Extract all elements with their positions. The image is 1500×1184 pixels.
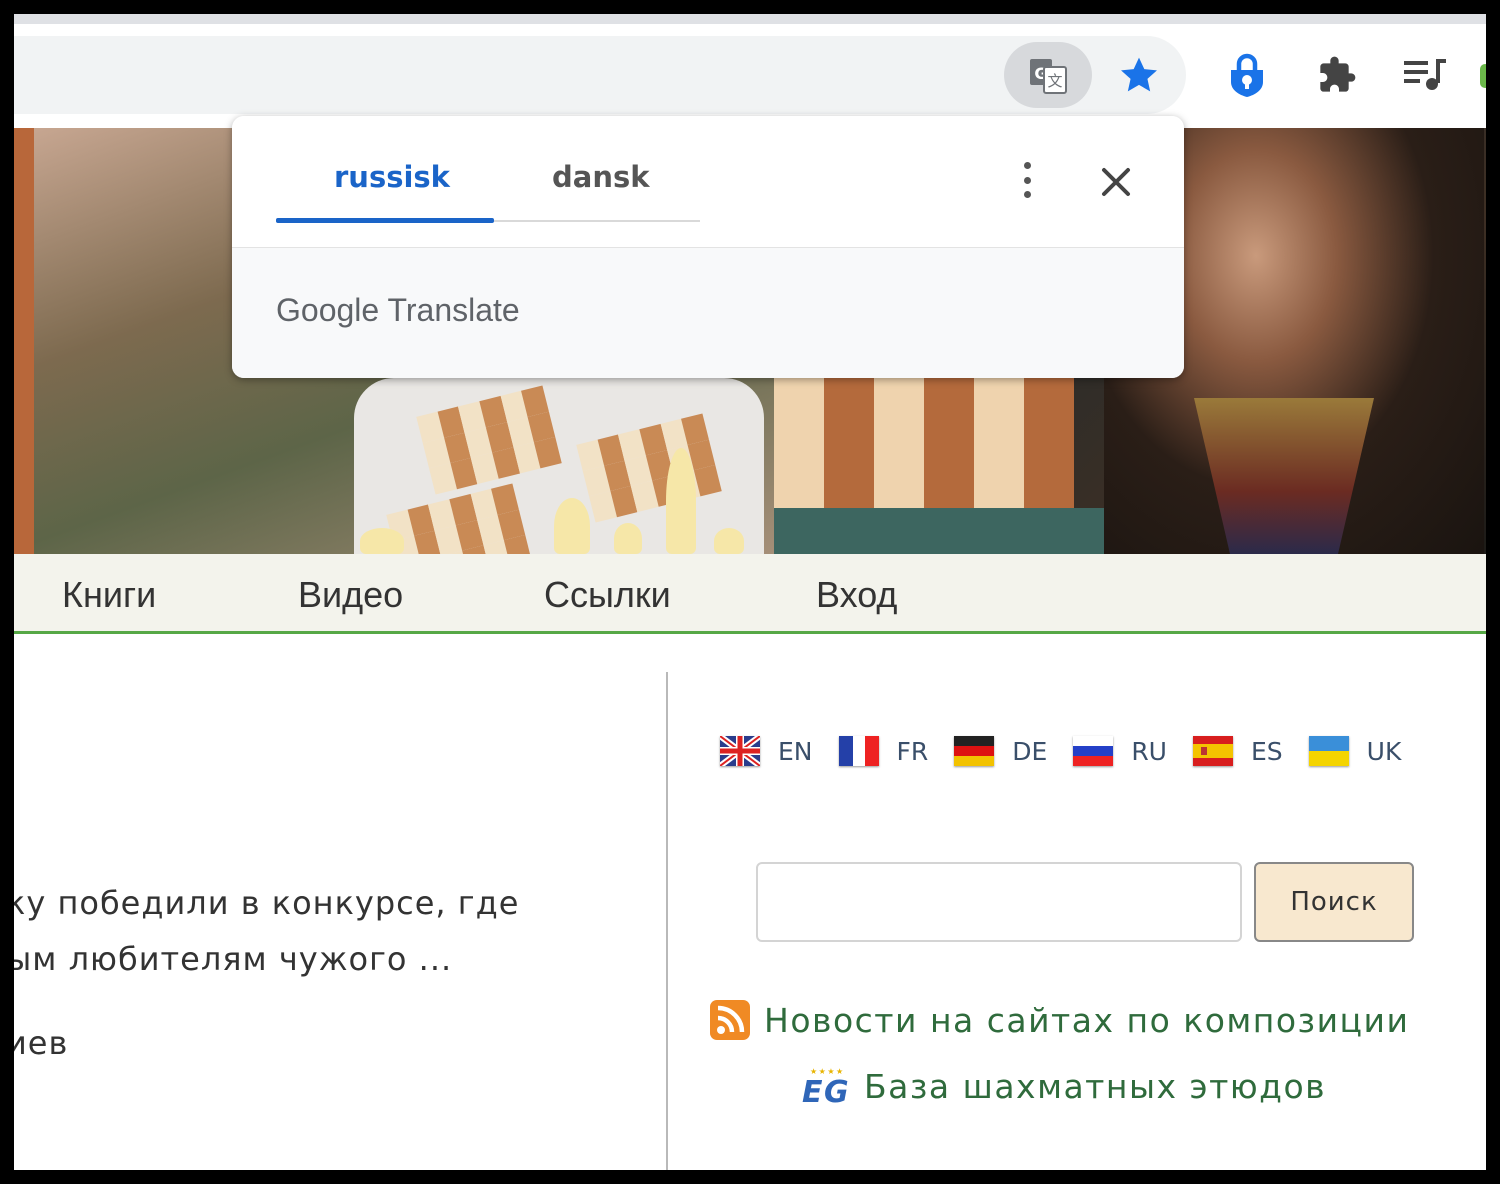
browser-toolbar: G 文 (14, 14, 1486, 128)
bookmark-button[interactable] (1106, 42, 1172, 108)
translate-icon: G 文 (1030, 59, 1067, 94)
germany-flag-icon (954, 736, 995, 766)
article-excerpt-line[interactable]: ым любителям чужого ... (14, 940, 452, 978)
active-tab-indicator (276, 218, 494, 223)
browser-window: G 文 Книги Видео Ссылки Вход ку победили … (14, 14, 1486, 1170)
language-option-en[interactable]: EN (720, 736, 813, 766)
language-code: ES (1250, 736, 1283, 766)
language-option-es[interactable]: ES (1192, 736, 1283, 766)
extension-icon-partial[interactable] (1480, 64, 1486, 88)
translate-popup-header: russisk dansk (232, 116, 1184, 248)
bookmark-star-icon (1121, 57, 1157, 92)
translate-popup: russisk dansk Google Translate (232, 116, 1184, 378)
rss-icon (710, 1000, 750, 1040)
eg-logo-icon: ★★★★ EG (802, 1067, 850, 1106)
google-wordmark: Google (276, 292, 380, 328)
close-popup-button[interactable] (1094, 160, 1138, 204)
translate-button[interactable]: G 文 (1004, 42, 1092, 108)
language-option-fr[interactable]: FR (838, 736, 929, 766)
language-code: EN (778, 736, 813, 766)
article-author-fragment[interactable]: иев (14, 1024, 68, 1062)
nav-item-video[interactable]: Видео (298, 574, 403, 616)
language-option-uk[interactable]: UK (1308, 736, 1402, 766)
uk-flag-icon (720, 736, 760, 766)
language-code: FR (896, 736, 929, 766)
language-option-ru[interactable]: RU (1073, 736, 1167, 766)
france-flag-icon (838, 736, 879, 766)
more-options-icon[interactable] (1012, 160, 1042, 200)
translate-wordmark: Translate (387, 292, 520, 328)
tab-strip (14, 14, 1486, 24)
ukraine-flag-icon (1308, 736, 1349, 766)
main-nav: Книги Видео Ссылки Вход (14, 554, 1486, 634)
google-translate-logo: Google Translate (276, 292, 520, 329)
password-manager-button[interactable] (1214, 42, 1280, 108)
svg-text:文: 文 (1047, 72, 1062, 90)
language-code: RU (1131, 736, 1167, 766)
article-excerpt-line[interactable]: ку победили в конкурсе, где (14, 884, 519, 922)
tab-target-language[interactable]: dansk (552, 160, 650, 194)
studies-database-link[interactable]: ★★★★ EG База шахматных этюдов (800, 1066, 1327, 1107)
close-icon (1102, 168, 1130, 196)
extensions-button[interactable] (1304, 42, 1370, 108)
password-lock-icon (1231, 53, 1263, 97)
studies-database-label: База шахматных этюдов (864, 1066, 1327, 1106)
nav-item-books[interactable]: Книги (62, 574, 156, 616)
media-queue-icon (1404, 59, 1446, 90)
russia-flag-icon (1073, 736, 1114, 766)
column-divider (666, 672, 668, 1170)
language-code: UK (1366, 736, 1402, 766)
nav-item-links[interactable]: Ссылки (544, 574, 671, 616)
news-link[interactable]: Новости на сайтах по композиции (710, 1000, 1409, 1040)
news-link-label: Новости на сайтах по композиции (764, 1000, 1410, 1040)
media-control-button[interactable] (1392, 42, 1458, 108)
site-search-input[interactable] (756, 862, 1242, 942)
eg-logo-text: EG (802, 1075, 850, 1106)
spain-flag-icon (1192, 736, 1233, 766)
search-button[interactable]: Поиск (1254, 862, 1414, 942)
extensions-puzzle-icon (1320, 56, 1356, 92)
page-content: ку победили в конкурсе, где ым любителям… (14, 634, 1486, 1170)
nav-item-login[interactable]: Вход (816, 574, 897, 616)
language-code: DE (1012, 736, 1048, 766)
language-option-de[interactable]: DE (954, 736, 1047, 766)
tab-source-language[interactable]: russisk (334, 160, 450, 194)
translate-popup-footer: Google Translate (232, 248, 1184, 378)
language-switcher: EN FR DE RU ES UK (720, 736, 1427, 766)
